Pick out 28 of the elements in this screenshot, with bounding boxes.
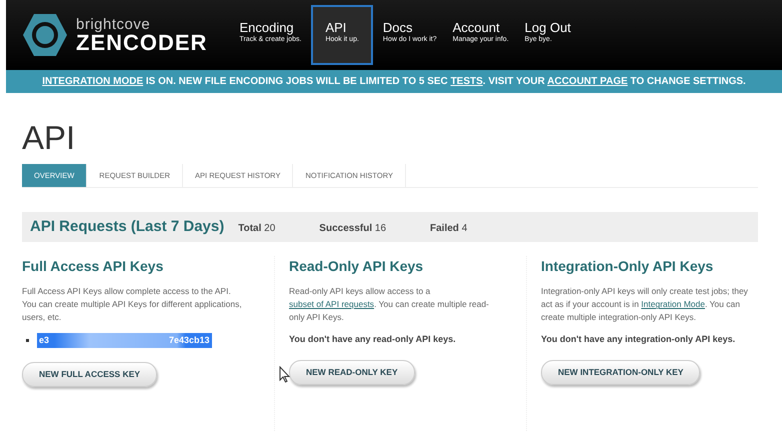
logo-text: brightcove bbox=[76, 16, 152, 32]
column-heading: Read-Only API Keys bbox=[289, 258, 424, 276]
column-heading: Full Access API Keys bbox=[22, 258, 164, 276]
new-key-button[interactable]: NEW FULL ACCESS KEY bbox=[22, 362, 158, 387]
description-text: Full Access API Keys allow complete access to the API. You can create multiple API Keys for different applications, users, etc. bbox=[22, 285, 243, 324]
integration-mode-notice: INTEGRATION MODE IS ON. NEW FILE ENCODING JOBS WILL BE LIMITED TO 5 SEC TESTS. VISIT YOUR ACCOUNT PAGE TO CHANGE SETTINGS. bbox=[42, 76, 746, 87]
empty-note: You don't have any read-only API keys. bbox=[289, 332, 457, 346]
hexagon-logo-icon bbox=[22, 12, 68, 58]
description-text: Read-only API keys allow access to a subset of API requests. You can create multiple read-only API Keys. bbox=[289, 285, 490, 324]
section-title: API Requests (Last 7 Days) bbox=[30, 218, 224, 236]
stat-text: Failed 4 bbox=[430, 222, 468, 236]
new-key-button[interactable]: NEW READ-ONLY KEY bbox=[289, 360, 415, 385]
mouse-cursor-icon bbox=[279, 366, 290, 384]
new-key-button[interactable]: NEW INTEGRATION-ONLY KEY bbox=[541, 360, 700, 385]
bullet-icon bbox=[26, 338, 29, 342]
banner-link[interactable]: ACCOUNT PAGE bbox=[547, 76, 628, 87]
text-link[interactable]: Integration Mode bbox=[641, 299, 705, 310]
logo-text: ZENCODER bbox=[76, 32, 208, 54]
stat-text: Total 20 bbox=[238, 222, 276, 236]
column-heading: Integration-Only API Keys bbox=[541, 258, 714, 276]
stat-text: Successful 16 bbox=[319, 222, 386, 236]
empty-note: You don't have any integration-only API keys. bbox=[541, 332, 736, 346]
banner-link[interactable]: TESTS bbox=[450, 76, 483, 87]
page-title: API bbox=[22, 121, 76, 154]
text-link[interactable]: subset of API requests bbox=[289, 299, 374, 310]
description-text: Integration-only API keys will only create test jobs; they act as if your account is in Integration Mode. You can create multiple integration-only API Keys. bbox=[541, 285, 749, 324]
banner-link[interactable]: INTEGRATION MODE bbox=[42, 76, 144, 87]
api-key-text: e3 7e43cb13 bbox=[37, 332, 212, 348]
